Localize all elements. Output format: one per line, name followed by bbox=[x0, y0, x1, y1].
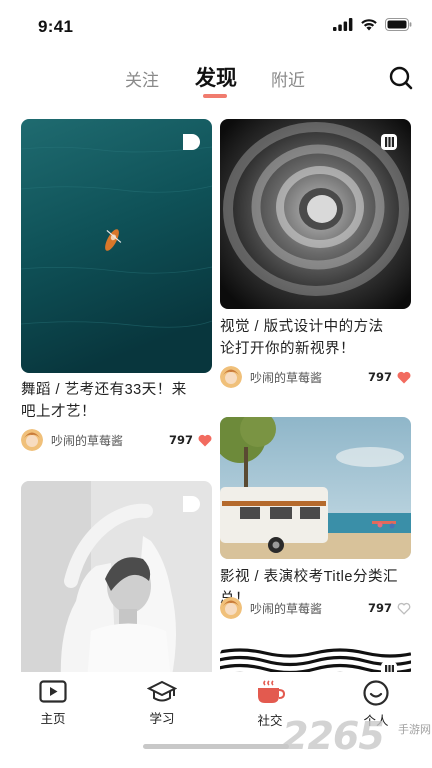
watermark: 2265 手游网 bbox=[282, 714, 432, 764]
status-bar: 9:41 bbox=[0, 0, 432, 52]
feed-card[interactable] bbox=[220, 647, 411, 687]
feed-card[interactable]: 视觉 / 版式设计中的方法论打开你的新视界！ 吵闹的草莓酱 797 bbox=[220, 119, 411, 391]
author-name[interactable]: 吵闹的草莓酱 bbox=[250, 600, 368, 617]
like-count: 797 bbox=[367, 601, 392, 615]
feed-card[interactable] bbox=[21, 481, 212, 681]
top-tab-bar: 关注 发现 附近 bbox=[0, 56, 432, 104]
card-title[interactable]: 视觉 / 版式设计中的方法论打开你的新视界！ bbox=[220, 316, 392, 360]
wifi-icon bbox=[361, 19, 377, 31]
card-meta: 吵闹的草莓酱 797 bbox=[21, 428, 212, 452]
gallery-badge-icon bbox=[381, 134, 397, 150]
card-image-portrait[interactable] bbox=[21, 481, 212, 681]
card-title[interactable]: 舞蹈 / 艺考还有33天！来吧上才艺！ bbox=[21, 379, 201, 423]
watermark-text: 手游网 bbox=[398, 724, 431, 736]
graduation-cap-icon bbox=[147, 680, 177, 702]
author-name[interactable]: 吵闹的草莓酱 bbox=[250, 369, 368, 386]
heart-outline-icon[interactable] bbox=[397, 602, 411, 615]
author-name[interactable]: 吵闹的草莓酱 bbox=[51, 432, 169, 449]
battery-icon bbox=[385, 18, 412, 31]
status-icons bbox=[333, 18, 412, 31]
card-image-spiral[interactable] bbox=[220, 119, 411, 309]
avatar[interactable] bbox=[220, 597, 242, 619]
active-tab-indicator bbox=[203, 94, 227, 98]
like-count: 797 bbox=[367, 370, 392, 384]
avatar[interactable] bbox=[21, 429, 43, 451]
heart-filled-icon[interactable] bbox=[397, 371, 411, 384]
ocean-image bbox=[21, 119, 212, 373]
card-meta: 吵闹的草莓酱 797 bbox=[220, 596, 411, 620]
coffee-cup-icon bbox=[258, 680, 285, 703]
card-meta: 吵闹的草莓酱 797 bbox=[220, 365, 411, 389]
camper-image bbox=[220, 417, 411, 559]
watermark-number: 2265 bbox=[282, 714, 385, 758]
tab-discover[interactable]: 发现 bbox=[195, 62, 237, 92]
video-badge-icon bbox=[183, 496, 200, 512]
card-image-camper[interactable] bbox=[220, 417, 411, 559]
video-badge-icon bbox=[183, 134, 200, 150]
avatar[interactable] bbox=[220, 366, 242, 388]
tab-nearby[interactable]: 附近 bbox=[271, 66, 305, 91]
smiley-icon bbox=[363, 680, 389, 706]
like-count: 797 bbox=[168, 433, 193, 447]
play-icon bbox=[39, 680, 67, 703]
home-indicator bbox=[143, 744, 289, 749]
status-time: 9:41 bbox=[38, 17, 74, 36]
tab-follow[interactable]: 关注 bbox=[125, 66, 159, 91]
feed-card[interactable]: 影视 / 表演校考Title分类汇总！ 吵闹的草莓酱 797 bbox=[220, 417, 411, 621]
heart-filled-icon[interactable] bbox=[198, 434, 212, 447]
nav-home[interactable]: 主页 bbox=[23, 680, 83, 727]
feed-card[interactable]: 舞蹈 / 艺考还有33天！来吧上才艺！ 吵闹的草莓酱 797 bbox=[21, 119, 212, 455]
search-icon[interactable] bbox=[388, 65, 414, 91]
signal-icon bbox=[333, 18, 353, 31]
card-image-ocean[interactable] bbox=[21, 119, 212, 373]
nav-home-label: 主页 bbox=[40, 712, 66, 726]
nav-study-label: 学习 bbox=[149, 712, 175, 726]
nav-study[interactable]: 学习 bbox=[132, 680, 192, 727]
